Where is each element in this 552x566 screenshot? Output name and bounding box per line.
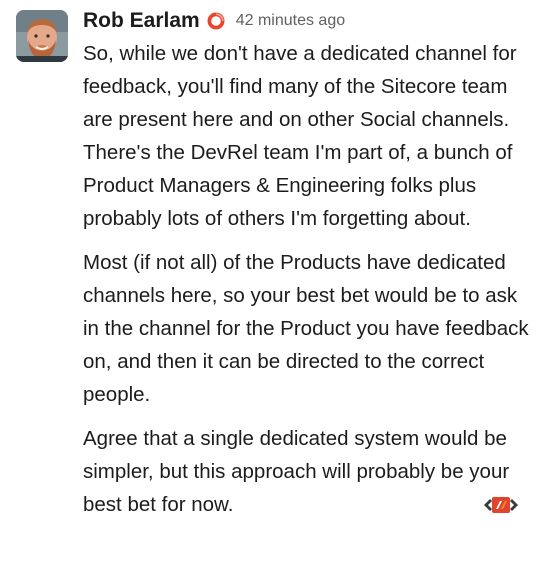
message-paragraph: Most (if not all) of the Products have d…: [83, 251, 529, 406]
avatar[interactable]: [16, 10, 68, 62]
sitecore-code-icon[interactable]: [478, 494, 524, 516]
message-content: Rob Earlam 42 minutes ago So, while we d…: [83, 6, 538, 532]
avatar-image: [16, 10, 68, 62]
message: Rob Earlam 42 minutes ago So, while we d…: [0, 0, 552, 566]
message-paragraph: Agree that a single dedicated system wou…: [83, 427, 510, 516]
message-header: Rob Earlam 42 minutes ago: [83, 6, 538, 36]
message-paragraph: So, while we don't have a dedicated chan…: [83, 42, 517, 230]
red-ring-status-icon[interactable]: [206, 11, 226, 31]
timestamp[interactable]: 42 minutes ago: [236, 12, 345, 30]
author-name[interactable]: Rob Earlam: [83, 9, 200, 33]
